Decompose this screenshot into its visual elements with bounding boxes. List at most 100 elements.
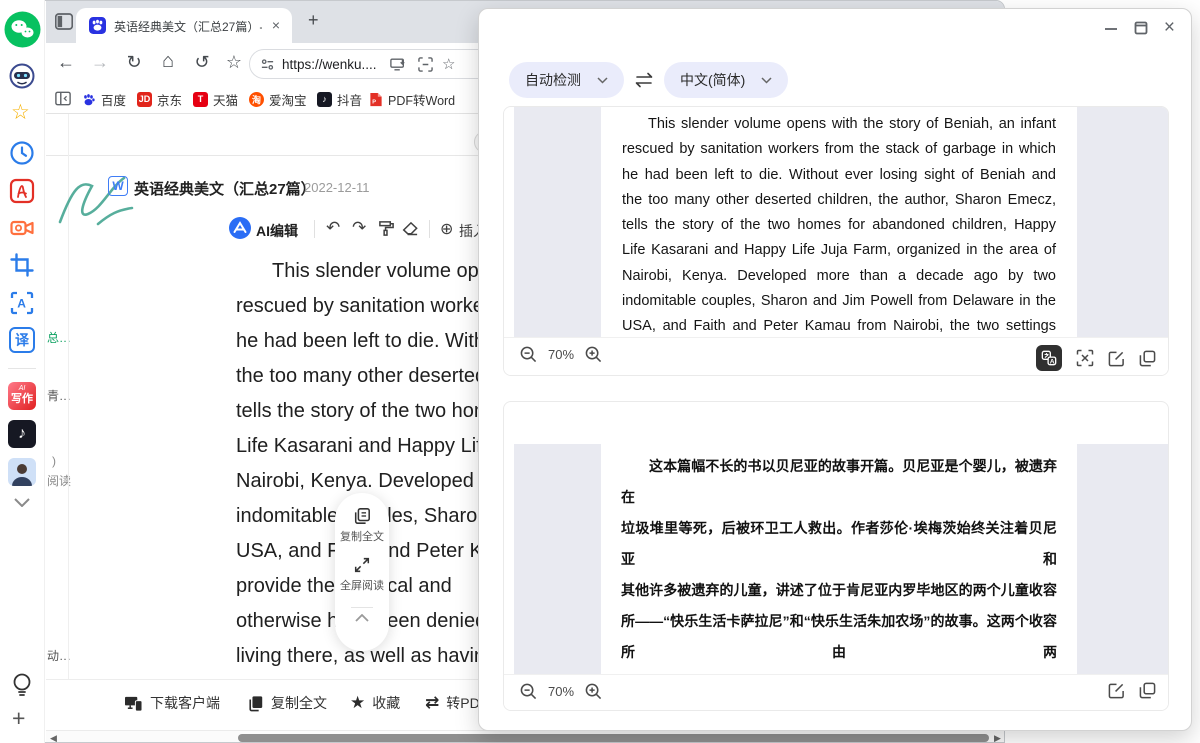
bookmark-tmall[interactable]: T 天猫 [193, 90, 238, 108]
history-icon[interactable]: ↺ [190, 52, 214, 73]
source-language-select[interactable]: 自动检测 [509, 62, 624, 98]
eraser-icon[interactable] [402, 221, 419, 237]
target-language-select[interactable]: 中文(简体) [664, 62, 788, 98]
ai-assistant-icon[interactable] [8, 62, 36, 90]
site-settings-icon[interactable] [260, 57, 275, 72]
source-language-label: 自动检测 [525, 70, 581, 90]
horizontal-scrollbar[interactable]: ◀ ▶ [46, 730, 1005, 743]
bookmark-jd[interactable]: JD 京东 [137, 90, 182, 108]
douyin-icon: ♪ [317, 92, 332, 107]
douyin-icon[interactable]: ♪ [8, 420, 36, 448]
panel-tools: A [1036, 345, 1156, 371]
back-icon[interactable]: ← [54, 52, 78, 73]
wenku-favicon [89, 17, 106, 34]
undo-icon[interactable]: ↶ [326, 218, 340, 240]
minimize-icon[interactable] [1104, 21, 1118, 35]
translate-mode-button[interactable]: A [1036, 345, 1062, 371]
zoom-in-icon[interactable] [585, 683, 602, 700]
chevron-up-icon[interactable] [355, 614, 369, 622]
pdf-reader-icon[interactable] [9, 178, 35, 204]
bookmark-pdf2word[interactable]: P PDF转Word [369, 90, 455, 108]
ai-edit-label[interactable]: AI编辑 [256, 221, 298, 243]
favorite-label: 收藏 [372, 693, 400, 713]
redo-icon[interactable]: ↷ [352, 218, 366, 240]
copy-fulltext-button[interactable]: 复制全文 [248, 693, 327, 713]
address-bar[interactable]: https://wenku.... ☆ [249, 49, 514, 79]
fullscreen-read-icon[interactable] [353, 556, 371, 574]
rail-divider [8, 368, 36, 369]
tab-close-icon[interactable]: × [268, 17, 284, 33]
maximize-icon[interactable] [1134, 21, 1148, 35]
zoom-out-icon[interactable] [520, 346, 537, 363]
bookmark-label: PDF转Word [388, 90, 455, 109]
active-tab[interactable]: 英语经典美文（汇总27篇）- 百 × [76, 8, 292, 43]
lightbulb-icon[interactable] [10, 672, 34, 698]
ocr-scan-icon[interactable]: A [9, 290, 35, 316]
install-icon[interactable] [390, 57, 406, 72]
bookmark-star-icon[interactable]: ☆ [222, 52, 246, 73]
forward-icon[interactable]: → [88, 52, 112, 73]
scroll-left-icon[interactable]: ◀ [50, 733, 57, 743]
pdf-icon: P [369, 92, 383, 107]
reload-icon[interactable]: ↻ [122, 52, 146, 73]
bookmark-label: 爱淘宝 [269, 90, 307, 109]
copy-fulltext-icon[interactable] [353, 507, 371, 525]
chevron-down-icon [597, 77, 608, 84]
target-doc-viewport: 这本篇幅不长的书以贝尼亚的故事开篇。贝尼亚是个婴儿，被遗弃在垃圾堆里等死，后被环… [504, 444, 1169, 674]
browser-side-rail: ☆ A 译 AI 写作 ♪ + [0, 0, 45, 743]
rail-plus-icon[interactable]: + [12, 705, 25, 732]
bookmarks-panel-icon[interactable] [55, 91, 71, 106]
edit-icon[interactable] [1108, 682, 1125, 699]
new-tab-button[interactable]: + [308, 10, 319, 31]
ai-writing-icon[interactable]: AI 写作 [8, 382, 36, 410]
chevron-down-icon[interactable] [14, 498, 30, 507]
history-clock-icon[interactable] [9, 140, 35, 166]
ai-edit-icon[interactable] [229, 217, 251, 239]
bookmark-douyin[interactable]: ♪ 抖音 [317, 90, 362, 108]
zoom-controls: 70% [520, 346, 602, 363]
swap-languages-icon[interactable] [634, 72, 654, 88]
home-icon[interactable]: ⌂ [156, 50, 180, 73]
zoom-level: 70% [548, 347, 574, 362]
close-icon[interactable]: × [1164, 21, 1175, 35]
tab-search-icon[interactable] [55, 13, 73, 30]
user-avatar[interactable] [8, 458, 36, 486]
text-line: tells the story of the two homes for aba… [622, 213, 1056, 238]
favorite-button[interactable]: ★ 收藏 [350, 693, 400, 713]
screen-select-icon[interactable] [1076, 349, 1094, 367]
text-line: indomitable couples, Sharon and Jim Powe… [622, 289, 1056, 314]
scrollbar-thumb[interactable] [238, 734, 989, 742]
text-line: the too many other deserted children, th… [622, 188, 1056, 213]
bookmark-taobao[interactable]: 淘 爱淘宝 [249, 90, 307, 108]
crop-screenshot-icon[interactable] [9, 252, 35, 278]
target-doc-page: 这本篇幅不长的书以贝尼亚的故事开篇。贝尼亚是个婴儿，被遗弃在垃圾堆里等死，后被环… [601, 444, 1077, 674]
favorites-star-icon[interactable]: ☆ [11, 100, 30, 125]
zoom-out-icon[interactable] [520, 683, 537, 700]
copy-fulltext-label[interactable]: 复制全文 [340, 528, 384, 544]
copy-result-icon[interactable] [1139, 350, 1156, 367]
copy-result-icon[interactable] [1139, 682, 1156, 699]
edit-icon[interactable] [1108, 350, 1125, 367]
url-star-icon[interactable]: ☆ [442, 55, 455, 73]
target-panel-footer: 70% [504, 674, 1169, 711]
language-bar: 自动检测 中文(简体) [509, 62, 788, 98]
text-line: Life Kasarani and Happy Life Juja Farm, … [622, 238, 1056, 263]
toolbar-divider [429, 220, 430, 238]
zoom-in-icon[interactable] [585, 346, 602, 363]
translated-text: 这本篇幅不长的书以贝尼亚的故事开篇。贝尼亚是个婴儿，被遗弃在垃圾堆里等死，后被环… [601, 444, 1077, 711]
scroll-right-icon[interactable]: ▶ [994, 733, 1001, 743]
format-painter-icon[interactable] [378, 220, 395, 237]
translate-icon[interactable]: 译 [9, 327, 35, 353]
fullscreen-read-label[interactable]: 全屏阅读 [340, 577, 384, 593]
bookmark-baidu[interactable]: 百度 [81, 90, 126, 108]
chevron-down-icon [761, 77, 772, 84]
reader-mode-icon[interactable] [418, 57, 433, 72]
bookmark-label: 抖音 [337, 90, 362, 109]
wechat-icon[interactable] [4, 11, 41, 48]
text-line: 其他许多被遗弃的儿童，讲述了位于肯尼亚内罗毕地区的两个儿童收容 [621, 575, 1057, 606]
menu-divider [351, 607, 373, 608]
download-client-button[interactable]: 下载客户端 [124, 693, 220, 713]
video-capture-icon[interactable] [9, 215, 35, 241]
insert-plus-icon[interactable]: ⊕ [440, 219, 453, 241]
text-line: he had been left to die. Without ever lo… [622, 163, 1056, 188]
